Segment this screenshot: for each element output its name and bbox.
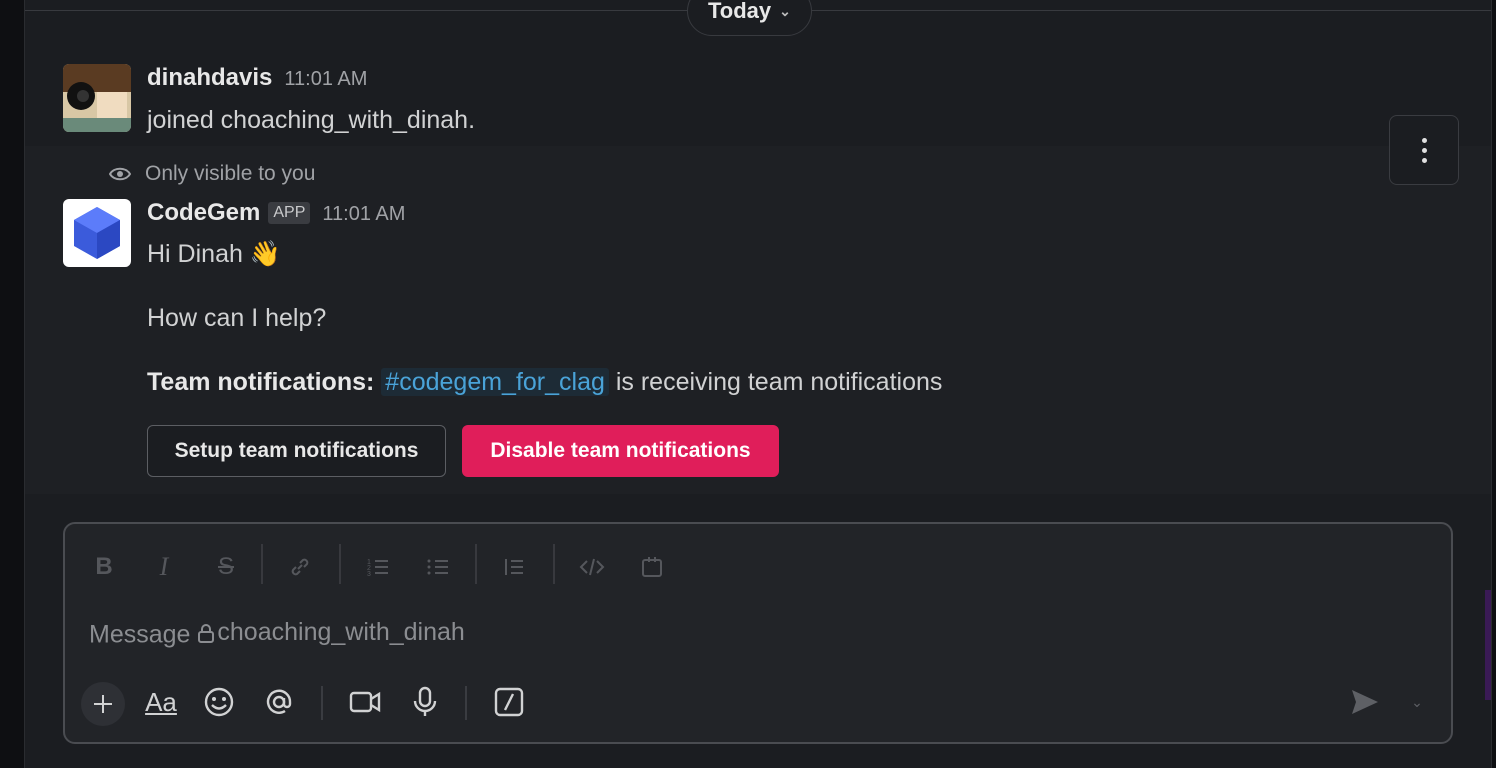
formatting-icon[interactable]: Aa <box>141 682 181 722</box>
ephemeral-label: Only visible to you <box>145 162 316 185</box>
notifications-label: Team notifications: <box>147 368 375 396</box>
emoji-icon[interactable] <box>199 682 239 722</box>
app-badge: APP <box>268 202 311 224</box>
setup-team-notifications-button[interactable]: Setup team notifications <box>147 425 446 477</box>
svg-text:3: 3 <box>367 571 371 578</box>
code-block-icon[interactable] <box>635 550 669 584</box>
notifications-suffix: is receiving team notifications <box>615 368 943 396</box>
question-text: How can I help? <box>147 304 327 332</box>
lock-icon <box>198 623 215 643</box>
date-divider-button[interactable]: Today ⌄ <box>687 0 812 36</box>
greeting-text: Hi Dinah 👋 <box>147 240 281 269</box>
video-icon[interactable] <box>345 682 385 722</box>
microphone-icon[interactable] <box>405 682 445 722</box>
message-header: dinahdavis 11:01 AM <box>147 64 367 92</box>
bulleted-list-icon[interactable] <box>421 550 455 584</box>
message-pane: Today ⌄ dinahdavis 11:01 AM joined choach… <box>24 0 1492 768</box>
date-label: Today <box>708 0 772 23</box>
avatar[interactable] <box>63 64 131 132</box>
timestamp[interactable]: 11:01 AM <box>322 203 405 225</box>
code-icon[interactable] <box>575 550 609 584</box>
italic-icon[interactable]: I <box>147 550 181 584</box>
link-icon[interactable] <box>283 550 317 584</box>
message-input[interactable]: Message choaching_with_dinah <box>89 618 465 650</box>
placeholder-channel: choaching_with_dinah <box>217 618 465 646</box>
chevron-down-icon[interactable]: ⌄ <box>1397 682 1437 722</box>
slash-shortcut-icon[interactable] <box>489 682 529 722</box>
plus-icon[interactable] <box>81 682 125 726</box>
more-actions-button[interactable] <box>1389 115 1459 185</box>
timestamp[interactable]: 11:01 AM <box>284 68 367 90</box>
channel-link[interactable]: #codegem_for_clag <box>381 368 609 396</box>
more-vertical-icon <box>1421 137 1427 143</box>
author-name[interactable]: dinahdavis <box>147 64 272 91</box>
chevron-down-icon: ⌄ <box>779 2 791 19</box>
greeting: Hi Dinah <box>147 240 243 268</box>
mention-icon[interactable] <box>259 682 299 722</box>
strikethrough-icon[interactable]: S <box>209 550 243 584</box>
ordered-list-icon[interactable]: 123 <box>361 550 395 584</box>
blockquote-icon[interactable] <box>497 550 531 584</box>
ephemeral-note: Only visible to you <box>109 162 315 186</box>
notifications-line: Team notifications: #codegem_for_clag is… <box>147 368 942 397</box>
send-icon[interactable] <box>1345 682 1385 722</box>
message-composer[interactable]: B I S 123 Message choaching_with_dinah A… <box>63 522 1453 744</box>
placeholder-prefix: Message <box>89 620 191 649</box>
app-avatar[interactable] <box>63 199 131 267</box>
bold-icon[interactable]: B <box>87 550 121 584</box>
author-name[interactable]: CodeGem <box>147 199 260 226</box>
eye-icon <box>109 167 131 181</box>
message-header: CodeGem APP 11:01 AM <box>147 199 405 227</box>
edge-accent <box>1485 590 1491 700</box>
waving-hand-emoji: 👋 <box>249 240 281 268</box>
codegem-logo-icon <box>74 207 120 259</box>
message-text: joined choaching_with_dinah. <box>147 106 476 134</box>
disable-team-notifications-button[interactable]: Disable team notifications <box>462 425 779 477</box>
